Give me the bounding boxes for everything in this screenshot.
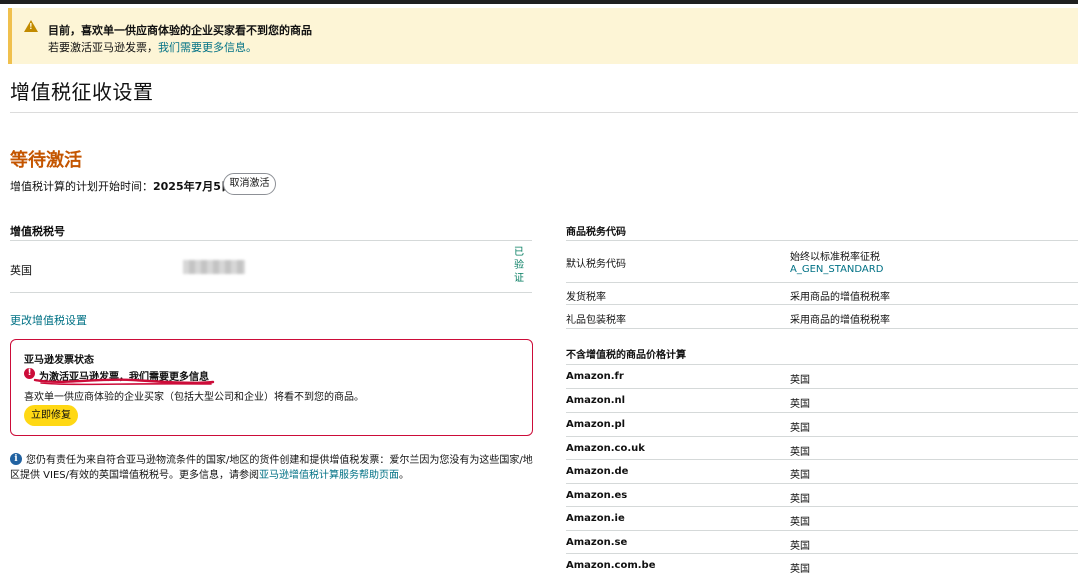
marketplace-country: 英国: [790, 564, 810, 575]
marketplace-name: Amazon.de: [566, 466, 629, 477]
marketplace-country: 英国: [790, 375, 810, 386]
status-title: 等待激活: [10, 150, 82, 171]
marketplace-name: Amazon.se: [566, 537, 628, 548]
marketplace-name: Amazon.es: [566, 490, 628, 501]
schedule-text: 增值税计算的计划开始时间：2025年7月5日.: [10, 180, 237, 193]
tax-code-header: 商品税务代码: [566, 227, 626, 238]
marketplace-country: 英国: [790, 494, 810, 505]
marketplace-name: Amazon.ie: [566, 513, 625, 524]
cancel-activation-button[interactable]: 取消激活: [223, 173, 276, 195]
banner-more-info-link[interactable]: 我们需要更多信息。: [158, 41, 257, 54]
invoice-description: 喜欢单一供应商体验的企业买家（包括大型公司和企业）将看不到您的商品。: [24, 392, 364, 403]
verified-status: 已验证: [514, 247, 524, 284]
invoice-status-title: 亚马逊发票状态: [24, 355, 94, 366]
gift-wrap-rate-value: 采用商品的增值税税率: [790, 315, 890, 326]
gift-wrap-rate-label: 礼品包装税率: [566, 315, 626, 326]
table-row: Amazon.es 英国: [566, 483, 1078, 507]
marketplace-country: 英国: [790, 399, 810, 410]
marketplace-country: 英国: [790, 541, 810, 552]
warning-icon: !: [24, 20, 38, 32]
default-tax-code: A_GEN_STANDARD: [790, 264, 884, 275]
marketplace-country: 英国: [790, 517, 810, 528]
banner-subtext: 若要激活亚马逊发票，我们需要更多信息。: [48, 41, 257, 54]
invoice-status-box: 亚马逊发票状态 ! 为激活亚马逊发票，我们需要更多信息 喜欢单一供应商体验的企业…: [10, 339, 533, 436]
vat-country: 英国: [10, 264, 32, 277]
table-row: Amazon.fr 英国: [566, 364, 1078, 388]
change-vat-settings-link[interactable]: 更改增值税设置: [10, 312, 87, 328]
title-divider: [10, 112, 1078, 113]
marketplace-country: 英国: [790, 447, 810, 458]
vat-help-link[interactable]: 亚马逊增值税计算服务帮助页面: [259, 470, 399, 481]
fix-now-button[interactable]: 立即修复: [24, 405, 78, 426]
page-title: 增值税征收设置: [10, 80, 154, 104]
divider: [566, 282, 1078, 283]
shipping-rate-label: 发货税率: [566, 292, 606, 303]
table-row: Amazon.com.be 英国: [566, 553, 1078, 577]
shipping-rate-value: 采用商品的增值税税率: [790, 292, 890, 303]
marketplace-country: 英国: [790, 423, 810, 434]
divider: [10, 240, 532, 241]
info-note: 您仍有责任为来自符合亚马逊物流条件的国家/地区的货件创建和提供增值税发票：爱尔兰…: [10, 455, 533, 481]
table-row: Amazon.pl 英国: [566, 412, 1078, 436]
default-tax-code-label: 默认税务代码: [566, 259, 626, 270]
marketplace-name: Amazon.nl: [566, 395, 626, 406]
divider: [10, 292, 532, 293]
default-tax-code-value: 始终以标准税率征税: [790, 252, 880, 263]
vat-number-header: 增值税税号: [10, 225, 65, 238]
price-calc-header: 不含增值税的商品价格计算: [566, 350, 686, 361]
banner-message: 目前，喜欢单一供应商体验的企业买家看不到您的商品: [48, 24, 312, 37]
marketplace-name: Amazon.fr: [566, 371, 624, 382]
table-row: Amazon.nl 英国: [566, 388, 1078, 412]
table-row: Amazon.ie 英国: [566, 506, 1078, 530]
table-row: Amazon.de 英国: [566, 459, 1078, 483]
alert-banner: ! 目前，喜欢单一供应商体验的企业买家看不到您的商品 若要激活亚马逊发票，我们需…: [8, 8, 1078, 64]
marketplace-name: Amazon.com.be: [566, 560, 656, 571]
divider: [566, 240, 1078, 241]
top-bar: [0, 0, 1078, 4]
table-row: Amazon.co.uk 英国: [566, 436, 1078, 460]
red-underline-annotation: [33, 378, 215, 386]
marketplace-name: Amazon.pl: [566, 419, 626, 430]
divider: [566, 328, 1078, 329]
masked-vat-number: [183, 260, 245, 274]
divider: [566, 304, 1078, 305]
marketplace-name: Amazon.co.uk: [566, 443, 645, 454]
table-row: Amazon.se 英国: [566, 530, 1078, 554]
marketplace-country: 英国: [790, 470, 810, 481]
